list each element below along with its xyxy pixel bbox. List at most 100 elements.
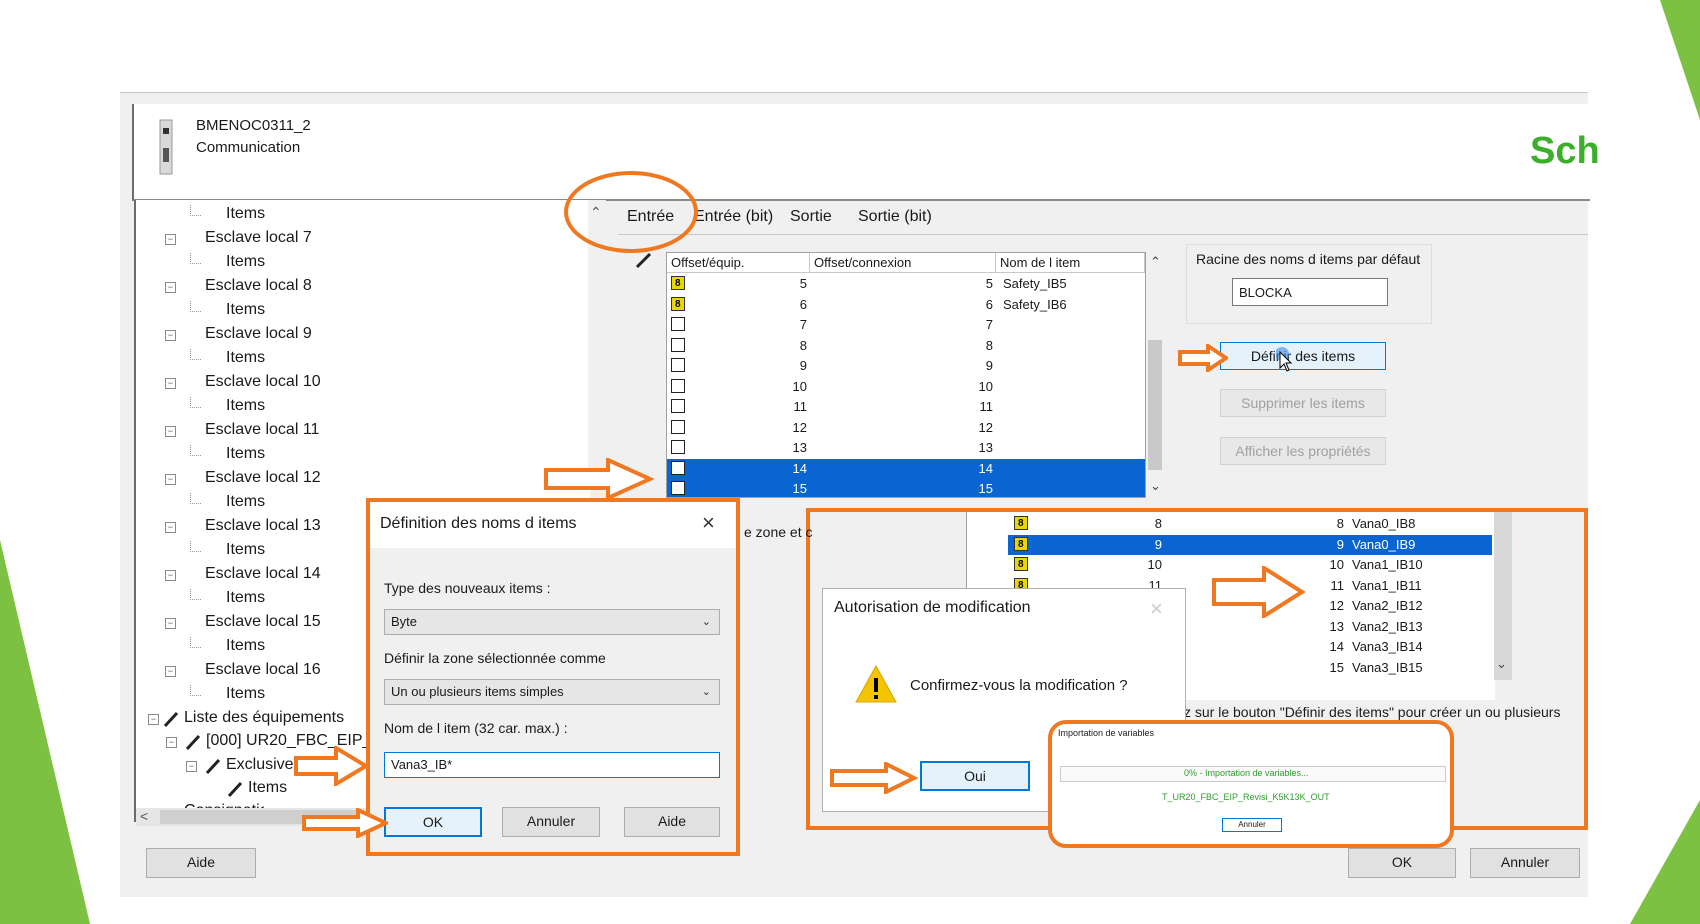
tree-item-slave[interactable]: Esclave local 11 bbox=[205, 421, 319, 439]
chevron-down-icon[interactable]: ⌄ bbox=[1150, 478, 1161, 494]
row-checkbox[interactable] bbox=[671, 378, 685, 393]
table-row[interactable]: 12 12 bbox=[667, 418, 1145, 438]
tree-item-items[interactable]: Items bbox=[226, 205, 265, 223]
row-checkbox[interactable] bbox=[671, 440, 685, 454]
row-checkbox[interactable] bbox=[1014, 514, 1028, 534]
row-checkbox[interactable] bbox=[671, 399, 685, 413]
row-checkbox[interactable] bbox=[671, 317, 685, 331]
row-checkbox[interactable] bbox=[671, 460, 685, 475]
tree-item-slave[interactable]: Esclave local 15 bbox=[205, 613, 321, 631]
tree-item-slave[interactable]: Esclave local 14 bbox=[205, 565, 321, 583]
tree-item-items[interactable]: Items bbox=[226, 349, 265, 367]
grid-header-offset-connexion[interactable]: Offset/connexion bbox=[810, 253, 996, 273]
tree-item-equipment-list[interactable]: Liste des équipements bbox=[184, 709, 344, 727]
items-grid[interactable]: Offset/équip. Offset/connexion Nom de l … bbox=[666, 252, 1146, 498]
footer-cancel-button[interactable]: Annuler bbox=[1470, 848, 1580, 878]
tree-item-items[interactable]: Items bbox=[226, 589, 265, 607]
tree-collapse-toggle[interactable]: − bbox=[165, 282, 176, 293]
footer-help-button[interactable]: Aide bbox=[146, 848, 256, 878]
tree-collapse-toggle[interactable]: − bbox=[165, 522, 176, 533]
close-icon[interactable]: × bbox=[702, 510, 715, 536]
item-name-cell: Vana1_IB11 bbox=[1352, 577, 1422, 593]
tree-item-items[interactable]: Items bbox=[226, 637, 265, 655]
grid-header-offset-equip[interactable]: Offset/équip. bbox=[667, 253, 810, 273]
row-checkbox[interactable] bbox=[1014, 535, 1028, 555]
offset-equip-cell: 10 bbox=[792, 378, 807, 394]
tree-collapse-toggle[interactable]: − bbox=[166, 737, 177, 748]
chevron-down-icon[interactable]: ⌄ bbox=[1496, 656, 1507, 672]
table-row[interactable]: 5 5 Safety_IB5 bbox=[667, 274, 1145, 294]
show-properties-button[interactable]: Afficher les propriétés bbox=[1220, 437, 1386, 465]
grid-header-item-name[interactable]: Nom de l item bbox=[996, 253, 1145, 273]
tree-item-slave[interactable]: Esclave local 8 bbox=[205, 277, 312, 295]
tree-item-items[interactable]: Items bbox=[226, 685, 265, 703]
chevron-left-icon[interactable]: < bbox=[140, 808, 148, 824]
tree-item-items[interactable]: Items bbox=[226, 397, 265, 415]
row-checkbox[interactable] bbox=[671, 337, 685, 352]
tree-collapse-toggle[interactable]: − bbox=[165, 234, 176, 245]
tree-collapse-toggle[interactable]: − bbox=[148, 714, 159, 725]
chevron-up-icon[interactable]: ⌃ bbox=[1150, 254, 1161, 270]
tree-collapse-toggle[interactable]: − bbox=[165, 330, 176, 341]
table-row[interactable]: 14 14 bbox=[667, 458, 1145, 479]
tree-collapse-toggle[interactable]: − bbox=[165, 570, 176, 581]
tree-item-slave[interactable]: Esclave local 16 bbox=[205, 661, 321, 679]
row-checkbox[interactable] bbox=[671, 274, 685, 294]
table-row[interactable]: 15 15 bbox=[667, 479, 1145, 497]
cancel-button[interactable]: Annuler bbox=[502, 807, 600, 837]
tree-collapse-toggle[interactable]: − bbox=[165, 474, 176, 485]
table-row[interactable]: 77 bbox=[667, 315, 1145, 335]
tree-item-slave[interactable]: Esclave local 13 bbox=[205, 517, 321, 535]
tab-entree-bit[interactable]: Entrée (bit) bbox=[694, 208, 773, 226]
ok-button[interactable]: OK bbox=[384, 807, 482, 837]
tab-sortie-bit[interactable]: Sortie (bit) bbox=[858, 208, 932, 226]
import-cancel-button[interactable]: Annuler bbox=[1222, 818, 1282, 832]
table-row[interactable]: 10 10 bbox=[667, 377, 1145, 397]
offset-equip-cell: 8 bbox=[1154, 516, 1162, 531]
footer-ok-button[interactable]: OK bbox=[1348, 848, 1456, 878]
tab-sortie[interactable]: Sortie bbox=[790, 208, 832, 226]
table-row[interactable]: 9 9 Vana0_IB9 bbox=[1008, 534, 1492, 555]
define-items-button[interactable]: Définir des items bbox=[1220, 342, 1386, 370]
help-button[interactable]: Aide bbox=[624, 807, 720, 837]
table-row[interactable]: 11 11 bbox=[667, 397, 1145, 417]
tree-item-items[interactable]: Items bbox=[226, 301, 265, 319]
table-row[interactable]: 8 8 Vana0_IB8 bbox=[1008, 514, 1492, 534]
delete-items-button[interactable]: Supprimer les items bbox=[1220, 389, 1386, 417]
tree-collapse-toggle[interactable]: − bbox=[165, 426, 176, 437]
table-row[interactable]: 99 bbox=[667, 356, 1145, 376]
behind-dialog-text: e zone et c bbox=[744, 524, 813, 540]
tree-item-slave[interactable]: Esclave local 10 bbox=[205, 373, 321, 391]
tree-item-items[interactable]: Items bbox=[226, 541, 265, 559]
item-name-input[interactable]: Vana3_IB* bbox=[384, 752, 720, 778]
offset-equip-cell: 7 bbox=[799, 317, 807, 332]
item-name-cell: Safety_IB6 bbox=[1003, 296, 1067, 312]
row-checkbox[interactable] bbox=[671, 295, 685, 315]
table-row[interactable]: 13 13 bbox=[667, 438, 1145, 458]
tree-item-slave[interactable]: Esclave local 9 bbox=[205, 325, 312, 343]
tree-item-items[interactable]: Items bbox=[226, 445, 265, 463]
zone-combo[interactable]: Un ou plusieurs items simples ⌄ bbox=[384, 679, 720, 705]
tree-collapse-toggle[interactable]: − bbox=[165, 378, 176, 389]
tree-collapse-toggle[interactable]: − bbox=[186, 761, 197, 772]
tree-item-items[interactable]: Items bbox=[226, 493, 265, 511]
row-checkbox[interactable] bbox=[671, 481, 685, 495]
close-icon[interactable]: × bbox=[1150, 596, 1163, 622]
row-checkbox[interactable] bbox=[671, 419, 685, 434]
row-checkbox[interactable] bbox=[671, 358, 685, 372]
tree-collapse-toggle[interactable]: − bbox=[165, 618, 176, 629]
result-grid-scrollbar[interactable] bbox=[1494, 512, 1512, 680]
table-row[interactable]: 6 6 Safety_IB6 bbox=[667, 295, 1145, 315]
tree-collapse-toggle[interactable]: − bbox=[165, 666, 176, 677]
default-root-input[interactable]: BLOCKA bbox=[1232, 278, 1388, 306]
tree-item-slave[interactable]: Esclave local 12 bbox=[205, 469, 321, 487]
tree-item-items[interactable]: Items bbox=[226, 253, 265, 271]
type-combo[interactable]: Byte ⌄ bbox=[384, 609, 720, 635]
row-checkbox[interactable] bbox=[1014, 555, 1028, 575]
tree-item-items-leaf[interactable]: Items bbox=[248, 779, 287, 797]
deco-green-right-top bbox=[1660, 0, 1700, 120]
yes-button[interactable]: Oui bbox=[920, 761, 1030, 791]
table-row[interactable]: 88 bbox=[667, 336, 1145, 356]
tree-item-slave[interactable]: Esclave local 7 bbox=[205, 229, 312, 247]
grid-scroll-thumb[interactable] bbox=[1148, 340, 1162, 470]
